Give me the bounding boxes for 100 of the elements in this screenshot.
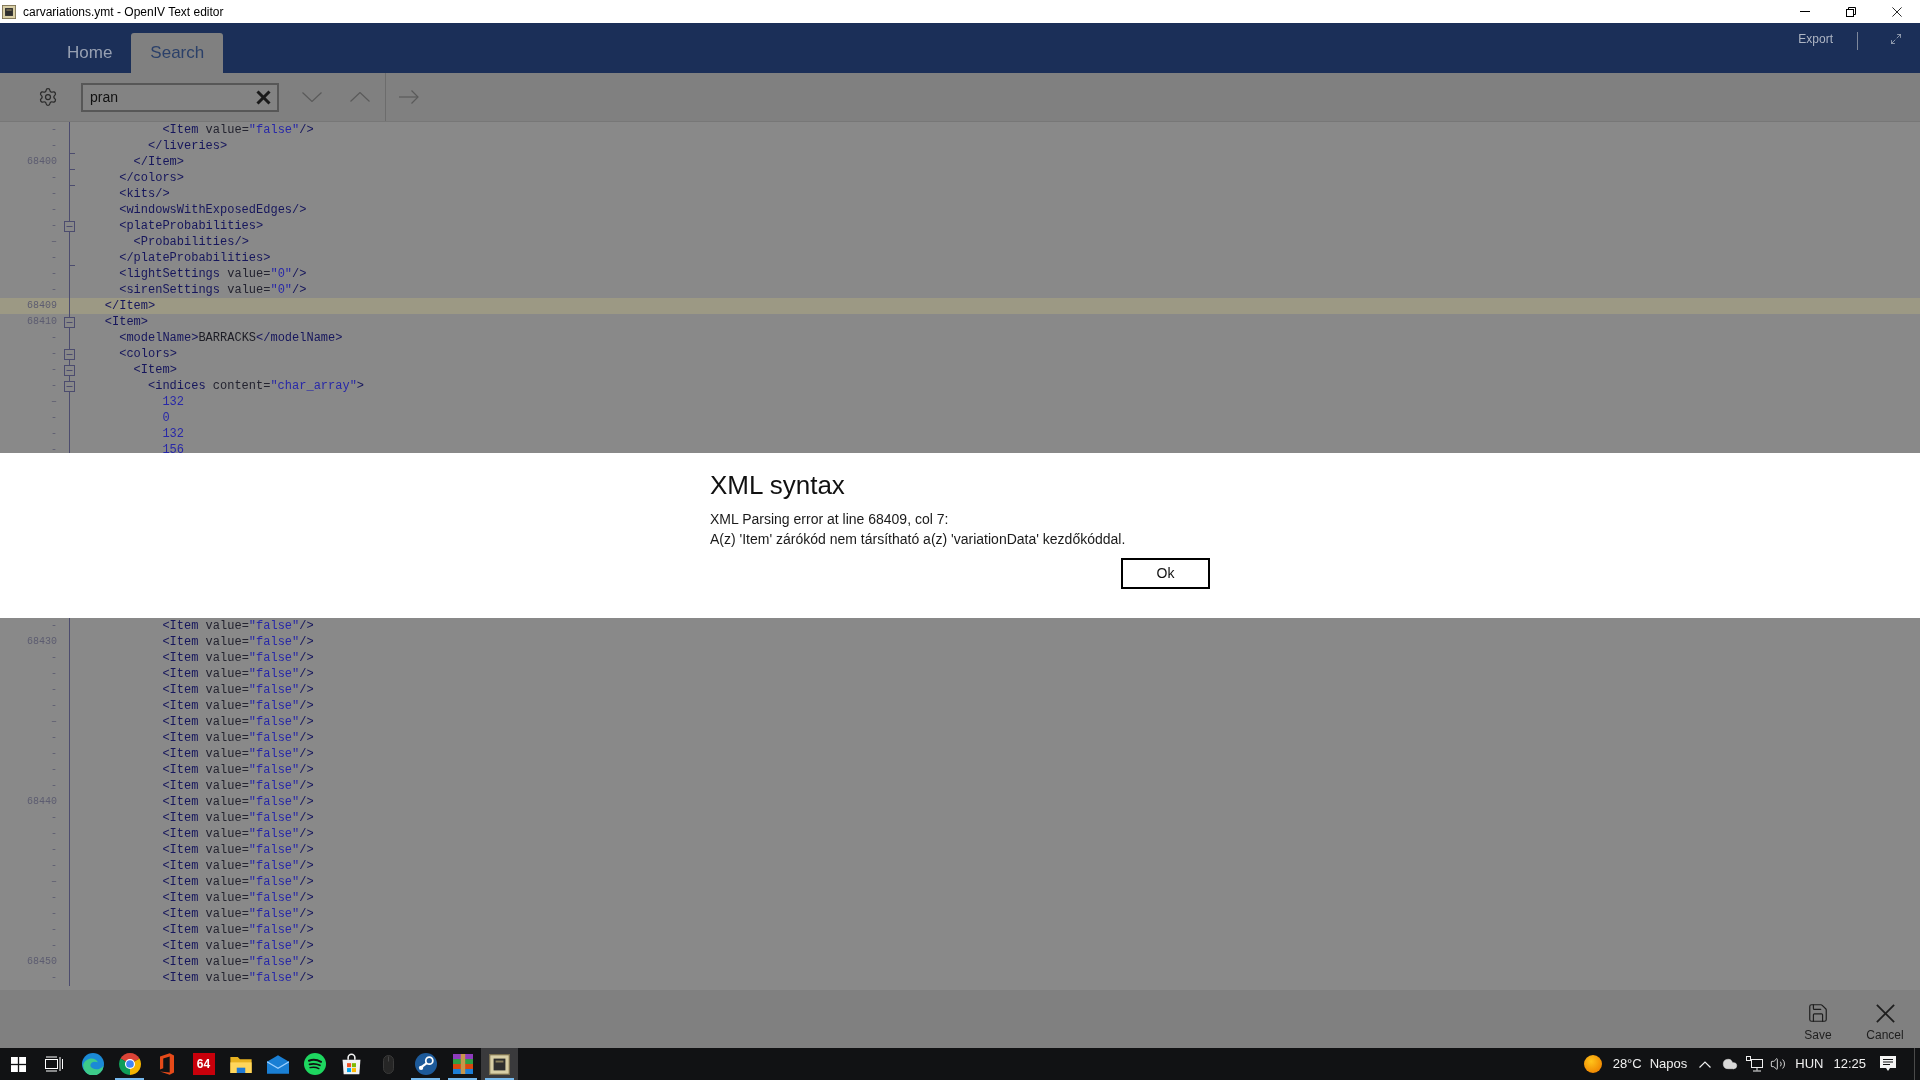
- expand-button[interactable]: [1890, 33, 1902, 45]
- code-line: <lightSettings value="0"/>: [119, 266, 307, 282]
- line-number: –: [51, 875, 57, 889]
- code-line: 132: [162, 426, 184, 442]
- cloud-icon[interactable]: [1722, 1056, 1739, 1072]
- taskbar-app-button[interactable]: 64: [185, 1048, 222, 1080]
- code-line: <Item value="false"/>: [162, 874, 314, 890]
- line-number: -: [51, 683, 57, 697]
- code-line: <Item value="false"/>: [162, 810, 314, 826]
- line-number: -: [51, 971, 57, 985]
- code-line: <Item value="false"/>: [162, 650, 314, 666]
- code-line: <Item value="false"/>: [162, 906, 314, 922]
- language-indicator[interactable]: HUN: [1795, 1054, 1824, 1074]
- code-line: <Item value="false"/>: [162, 842, 314, 858]
- code-line: <Item value="false"/>: [162, 778, 314, 794]
- line-number: –: [51, 715, 57, 729]
- speaker-icon[interactable]: [1770, 1056, 1787, 1072]
- cancel-button[interactable]: Cancel: [1855, 1002, 1915, 1042]
- code-line: <Item value="false"/>: [162, 858, 314, 874]
- line-number: -: [51, 939, 57, 953]
- key-circle-icon: [414, 1053, 437, 1075]
- weather-temperature[interactable]: 28°C: [1612, 1054, 1642, 1074]
- close-icon: [256, 89, 271, 105]
- close-icon: [1892, 6, 1902, 17]
- code-line: <Item value="false"/>: [162, 666, 314, 682]
- line-number: -: [51, 667, 57, 681]
- chevron-down-icon: [302, 92, 322, 102]
- code-line: <Item value="false"/>: [162, 122, 314, 138]
- code-line: <Item value="false"/>: [162, 634, 314, 650]
- code-line: <Item value="false"/>: [162, 890, 314, 906]
- clear-button[interactable]: [256, 89, 271, 105]
- code-line: <plateProbabilities>: [119, 218, 264, 234]
- line-number: -: [51, 763, 57, 777]
- code-line: <Item>: [104, 314, 148, 330]
- line-number: -: [51, 123, 57, 137]
- code-line: <Item value="false"/>: [162, 714, 314, 730]
- app-tile-icon: [489, 1053, 510, 1075]
- line-number: -: [51, 347, 57, 361]
- export-button[interactable]: Export: [1798, 32, 1833, 46]
- taskbar-app-button[interactable]: [481, 1048, 518, 1080]
- line-number: -: [51, 251, 57, 265]
- settings-icon: [38, 87, 58, 107]
- code-line: <Item value="false"/>: [162, 746, 314, 762]
- ribbon-tab[interactable]: Home: [48, 33, 132, 73]
- code-line: <colors>: [119, 346, 177, 362]
- code-line: 156: [162, 442, 184, 453]
- arrow-right-icon: [399, 90, 419, 104]
- line-number: 68409: [27, 299, 57, 313]
- code-line: <Item value="false"/>: [162, 970, 314, 986]
- expand-icon: [1890, 33, 1902, 45]
- code-line: <kits/>: [119, 186, 170, 202]
- line-number: -: [51, 363, 57, 377]
- line-number: -: [51, 203, 57, 217]
- close-icon: [1875, 1003, 1895, 1023]
- save-button[interactable]: Save: [1788, 1002, 1848, 1042]
- code-line: <Item value="false"/>: [162, 730, 314, 746]
- code-line: <Item value="false"/>: [162, 922, 314, 938]
- line-number: -: [51, 731, 57, 745]
- search-field[interactable]: pran: [81, 82, 279, 112]
- code-line: <Item value="false"/>: [162, 698, 314, 714]
- line-number: -: [51, 427, 57, 441]
- clock-time[interactable]: 12:25: [1833, 1054, 1866, 1074]
- line-number: -: [51, 891, 57, 905]
- code-line: <Probabilities/>: [133, 234, 249, 250]
- weather-condition[interactable]: Napos: [1649, 1054, 1688, 1074]
- segmented-circle-icon: [118, 1053, 141, 1075]
- code-line: <indices content="char_array">: [148, 378, 365, 394]
- chevron-up-icon: [350, 92, 370, 102]
- code-line: </colors>: [119, 170, 184, 186]
- books-stack-icon: [452, 1054, 473, 1074]
- line-number: -: [51, 699, 57, 713]
- notification-icon[interactable]: [1880, 1056, 1896, 1072]
- envelope-icon: [266, 1054, 289, 1074]
- code-line: <modelName>BARRACKS</modelName>: [119, 330, 343, 346]
- code-line: <Item value="false"/>: [162, 938, 314, 954]
- line-number: -: [51, 267, 57, 281]
- code-line: 132: [162, 394, 184, 410]
- sound-waves-circle-icon: [303, 1053, 326, 1075]
- line-number: -: [51, 747, 57, 761]
- shopping-bag-icon: [342, 1053, 361, 1075]
- line-number: -: [51, 843, 57, 857]
- line-number: -: [51, 827, 57, 841]
- network-icon[interactable]: [1746, 1056, 1764, 1072]
- caret-up-icon[interactable]: [1699, 1060, 1712, 1068]
- minimize-icon: [1800, 11, 1810, 12]
- line-number: -: [51, 187, 57, 201]
- code-line: </liveries>: [148, 138, 228, 154]
- app-icon: [2, 4, 16, 19]
- dialog-button[interactable]: Ok: [1121, 558, 1210, 589]
- dialog-message: XML Parsing error at line 68409, col 7:: [710, 510, 949, 529]
- sun-icon[interactable]: [1583, 1055, 1602, 1073]
- swirl-circle-icon: [81, 1053, 104, 1075]
- line-number: –: [51, 235, 57, 249]
- line-number: -: [51, 379, 57, 393]
- code-line: <Item value="false"/>: [162, 762, 314, 778]
- line-number: -: [51, 619, 57, 633]
- code-line: <Item value="false"/>: [162, 826, 314, 842]
- line-number: –: [51, 395, 57, 409]
- line-number: -: [51, 219, 57, 233]
- code-line: <Item>: [133, 362, 177, 378]
